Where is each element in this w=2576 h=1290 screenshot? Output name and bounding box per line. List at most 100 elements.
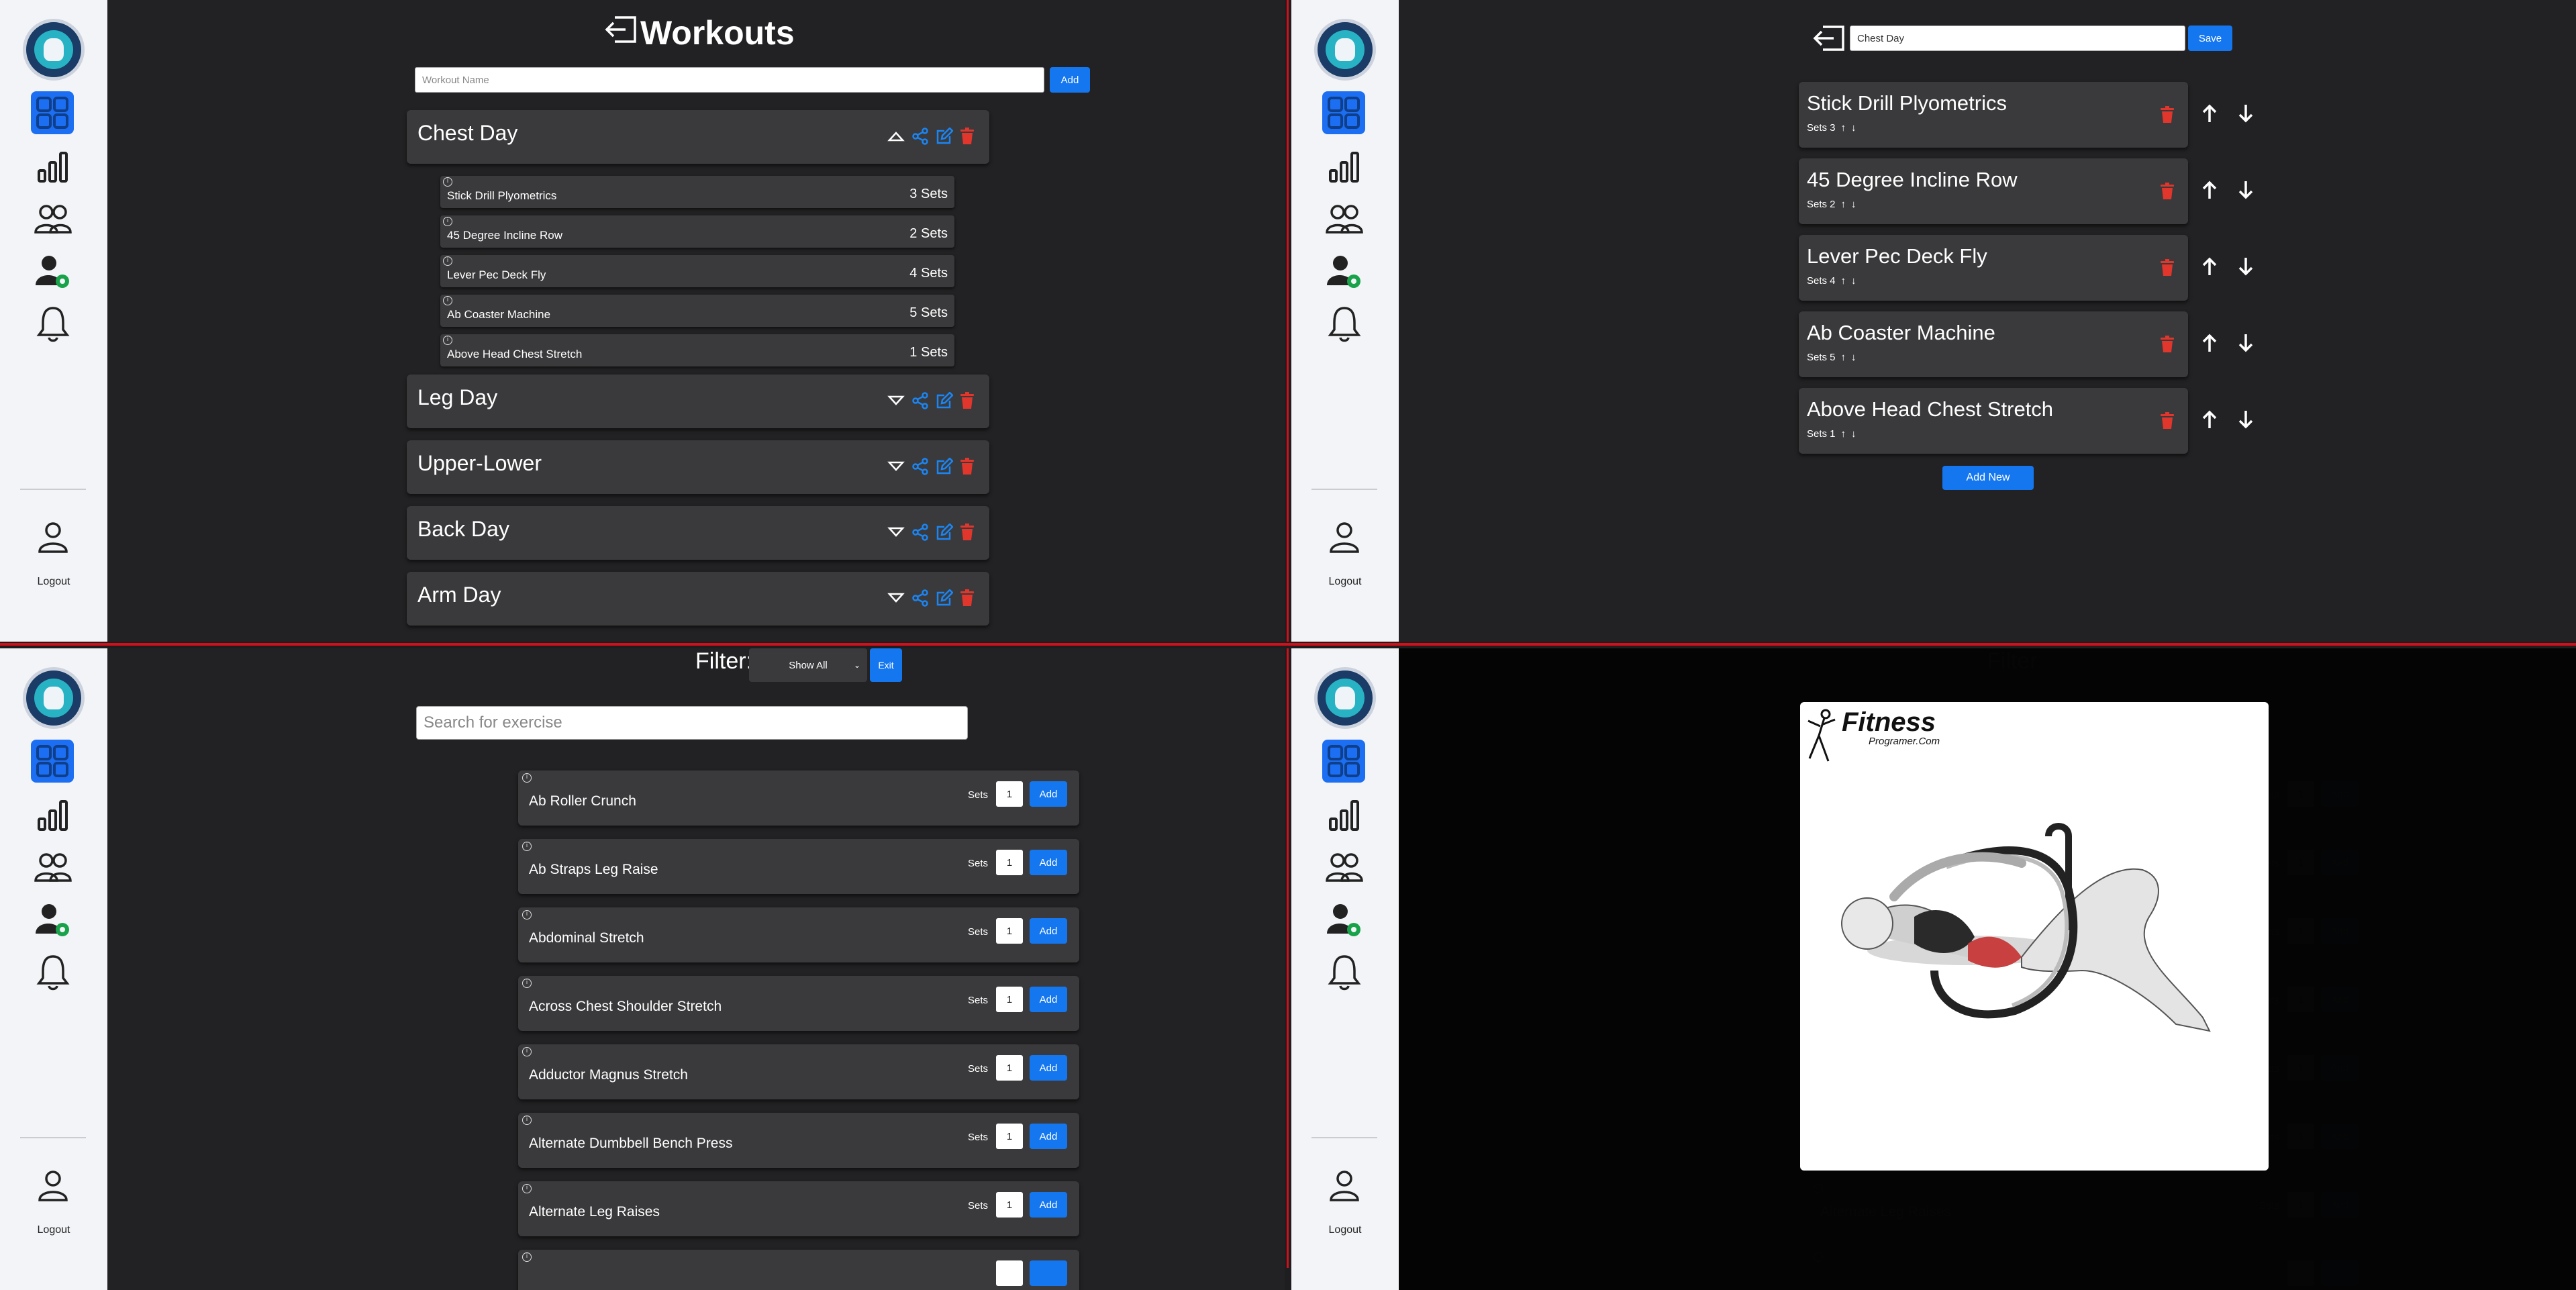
library-exercise-row[interactable]: i Across Chest Shoulder Stretch Sets 1 A… [518,976,1079,1031]
info-icon[interactable]: i [522,979,532,988]
sets-quantity-input[interactable]: 1 [996,850,1023,875]
bell-icon[interactable] [1324,952,1365,993]
trash-icon[interactable] [2160,412,2175,430]
app-logo[interactable] [23,19,85,81]
sets-up-icon[interactable]: ↑ [1841,428,1846,440]
info-icon[interactable]: i [522,1115,532,1125]
sets-quantity-input[interactable]: 1 [996,781,1023,807]
sets-down-icon[interactable]: ↓ [1851,428,1856,440]
editor-exercise-card[interactable]: 45 Degree Incline Row Sets 2 ↑ ↓ [1799,158,2188,224]
edit-icon[interactable] [936,589,953,607]
trash-icon[interactable] [960,524,975,541]
edit-icon[interactable] [936,458,953,475]
chest-exercise-row[interactable]: i Stick Drill Plyometrics 3 Sets [440,176,954,208]
info-icon[interactable]: i [522,910,532,920]
add-exercise-button[interactable]: Add [1030,987,1067,1012]
move-down-icon[interactable] [2238,256,2254,277]
stats-icon[interactable] [32,795,74,836]
share-icon[interactable] [911,524,929,541]
move-down-icon[interactable] [2238,409,2254,430]
workout-name-field[interactable]: Chest Day [1850,26,2185,51]
exit-button[interactable]: Exit [870,648,902,682]
add-exercise-button[interactable]: Add [1030,1192,1067,1218]
chevron-down-icon[interactable] [887,395,905,407]
bell-icon[interactable] [1324,303,1365,345]
add-exercise-button[interactable]: Add [1030,918,1067,944]
user-icon[interactable] [1329,521,1360,554]
sets-up-icon[interactable]: ↑ [1841,275,1846,287]
back-icon[interactable] [604,13,638,52]
move-down-icon[interactable] [2238,180,2254,200]
workout-card-upper-lower[interactable]: Upper-Lower [407,440,989,494]
info-icon[interactable]: i [522,1047,532,1056]
library-exercise-row[interactable]: i Adductor Magnus Stretch Sets 1 Add [518,1044,1079,1099]
user-settings-icon[interactable] [1324,251,1365,293]
library-exercise-row-partial[interactable]: i [518,1250,1079,1290]
move-up-icon[interactable] [2201,180,2218,200]
trash-icon[interactable] [2160,336,2175,353]
editor-exercise-card[interactable]: Ab Coaster Machine Sets 5 ↑ ↓ [1799,311,2188,377]
filter-select[interactable]: Show All ⌄ [749,648,867,682]
edit-icon[interactable] [936,524,953,541]
library-exercise-row[interactable]: i Alternate Dumbbell Bench Press Sets 1 … [518,1113,1079,1168]
sets-up-icon[interactable]: ↑ [1841,352,1846,363]
stats-icon[interactable] [1324,795,1365,836]
add-exercise-button[interactable]: Add [1030,1055,1067,1081]
trash-icon[interactable] [2160,259,2175,277]
chevron-down-icon[interactable] [887,526,905,538]
chest-exercise-row[interactable]: i Above Head Chest Stretch 1 Sets [440,334,954,366]
sets-quantity-input[interactable]: 1 [996,1124,1023,1149]
user-icon[interactable] [38,521,68,554]
friends-icon[interactable] [32,847,74,889]
info-icon[interactable]: i [522,773,532,783]
add-workout-button[interactable]: Add [1050,67,1090,93]
app-logo[interactable] [23,667,85,729]
friends-icon[interactable] [1324,847,1365,889]
workout-name-input[interactable]: Workout Name [415,67,1044,93]
move-up-icon[interactable] [2201,103,2218,123]
sets-up-icon[interactable]: ↑ [1841,199,1846,210]
sets-quantity-input[interactable]: 1 [996,987,1023,1012]
workout-card-arm-day[interactable]: Arm Day [407,572,989,626]
chevron-down-icon[interactable] [887,460,905,473]
friends-icon[interactable] [32,199,74,240]
sets-down-icon[interactable]: ↓ [1851,352,1856,363]
trash-icon[interactable] [960,128,975,145]
sets-down-icon[interactable]: ↓ [1851,199,1856,210]
editor-exercise-card[interactable]: Stick Drill Plyometrics Sets 3 ↑ ↓ [1799,82,2188,148]
share-icon[interactable] [911,128,929,145]
exercise-image-modal[interactable]: Fitness Programer.Com [1800,702,2269,1171]
user-icon[interactable] [1329,1169,1360,1203]
add-exercise-button[interactable]: Add [1030,850,1067,875]
info-icon[interactable]: i [443,336,452,345]
info-icon[interactable]: i [443,296,452,305]
save-button[interactable]: Save [2188,26,2232,51]
move-up-icon[interactable] [2201,256,2218,277]
info-icon[interactable]: i [522,842,532,851]
dashboard-icon[interactable] [31,91,74,134]
workout-card-chest-day[interactable]: Chest Day [407,110,989,164]
edit-icon[interactable] [936,392,953,409]
sets-up-icon[interactable]: ↑ [1841,122,1846,134]
info-icon[interactable]: i [522,1184,532,1193]
sets-down-icon[interactable]: ↓ [1851,275,1856,287]
sets-quantity-input[interactable]: 1 [996,918,1023,944]
logout-label[interactable]: Logout [1291,576,1399,588]
dashboard-icon[interactable] [1322,91,1365,134]
sets-quantity-input[interactable]: 1 [996,1055,1023,1081]
share-icon[interactable] [911,392,929,409]
user-icon[interactable] [38,1169,68,1203]
bell-icon[interactable] [32,952,74,993]
workout-card-back-day[interactable]: Back Day [407,506,989,560]
user-settings-icon[interactable] [32,899,74,941]
share-icon[interactable] [911,458,929,475]
back-icon[interactable] [1812,24,1846,52]
info-icon[interactable]: i [443,217,452,226]
stats-icon[interactable] [32,146,74,188]
workout-card-leg-day[interactable]: Leg Day [407,375,989,428]
info-icon[interactable]: i [443,256,452,266]
logout-label[interactable]: Logout [1291,1224,1399,1236]
library-exercise-row[interactable]: i Abdominal Stretch Sets 1 Add [518,907,1079,962]
edit-icon[interactable] [936,128,953,145]
logout-label[interactable]: Logout [0,576,107,588]
